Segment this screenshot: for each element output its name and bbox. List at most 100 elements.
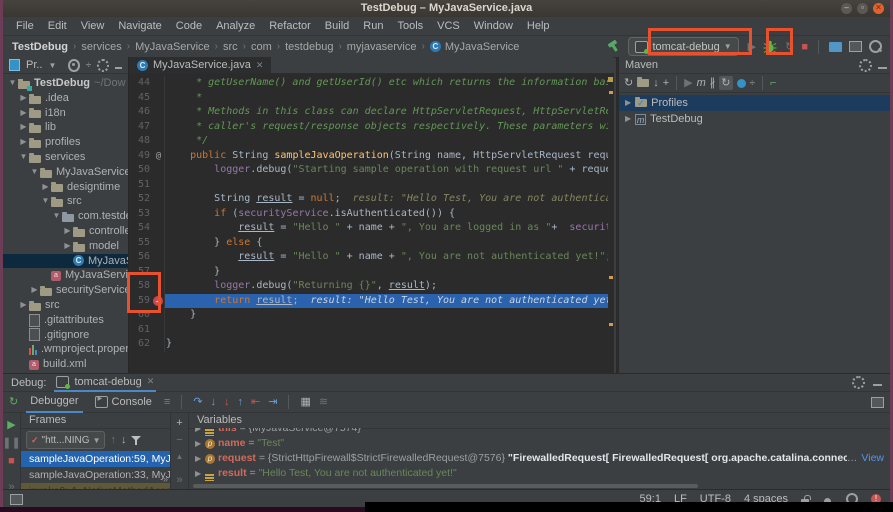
drop-frame-icon[interactable]: ⇤ — [251, 395, 260, 409]
horizontal-scrollbar[interactable] — [193, 484, 698, 488]
tree-collapsed-arrow-icon[interactable]: ▶ — [195, 428, 205, 436]
maximize-button[interactable]: ▫ — [857, 3, 868, 14]
code-line[interactable]: 54 result = "Hello " + name + ", You are… — [129, 221, 608, 236]
tree-collapsed-arrow-icon[interactable]: ▶ — [62, 239, 73, 254]
stop-icon[interactable]: ■ — [8, 454, 15, 468]
code-line[interactable]: 56 result = "Hello " + name + ", You are… — [129, 250, 608, 265]
menu-item-code[interactable]: Code — [169, 20, 209, 32]
force-step-into-icon[interactable]: ↓ — [224, 395, 230, 409]
tree-expanded-arrow-icon[interactable]: ▼ — [40, 194, 51, 209]
search-everywhere-icon[interactable] — [869, 40, 882, 53]
code-line[interactable]: 52 String result = null; result: "Hello … — [129, 192, 608, 207]
code-line[interactable]: 59✓ return result; result: "Hello Test, … — [129, 294, 608, 309]
resume-icon[interactable]: ▶ — [7, 418, 15, 432]
tab-debugger[interactable]: Debugger — [26, 392, 82, 413]
tree-collapsed-arrow-icon[interactable]: ▶ — [18, 135, 29, 150]
close-tab-icon[interactable]: ✕ — [256, 60, 264, 71]
variable-row-name[interactable]: ▶name = "Test" — [189, 436, 890, 451]
code-area[interactable]: 44 * getUserName() and getUserId() etc w… — [129, 76, 608, 373]
code-line[interactable]: 51 — [129, 178, 608, 193]
pause-icon[interactable]: ❚❚ — [3, 436, 21, 450]
code-line[interactable]: 47 * caller's request/response objects r… — [129, 120, 608, 135]
view-value-link[interactable]: View — [857, 451, 890, 466]
line-number[interactable]: 52 — [129, 192, 153, 207]
line-number[interactable]: 57 — [129, 265, 153, 280]
line-number[interactable]: 62 — [129, 337, 153, 352]
code-line[interactable]: 46 * Methods in this class can declare H… — [129, 105, 608, 120]
code-line[interactable]: 49@ public String sampleJavaOperation(St… — [129, 149, 608, 164]
menu-item-build[interactable]: Build — [318, 20, 356, 32]
breadcrumb-item[interactable]: com — [251, 41, 272, 53]
tree-expanded-arrow-icon[interactable]: ▼ — [7, 76, 18, 91]
minimize-button[interactable]: – — [841, 3, 852, 14]
terminal-window-icon[interactable] — [849, 41, 862, 52]
tree-expanded-arrow-icon[interactable]: ▼ — [51, 209, 62, 224]
tree-item-model[interactable]: ▶model — [3, 239, 128, 254]
next-frame-icon[interactable]: ↓ — [121, 433, 127, 447]
tab-console[interactable]: Console — [91, 393, 156, 412]
layout-settings-icon[interactable]: ≡ — [164, 395, 170, 409]
code-line[interactable]: 53 if (securityService.isAuthenticated()… — [129, 207, 608, 222]
run-button[interactable]: ▶ — [748, 40, 756, 54]
tree-item-profiles[interactable]: ▶profiles — [3, 135, 128, 150]
line-number[interactable]: 61 — [129, 323, 153, 338]
code-line[interactable]: 48 */ — [129, 134, 608, 149]
code-line[interactable]: 58 logger.debug("Returning {}", result); — [129, 279, 608, 294]
collapse-all-icon[interactable]: ÷ — [750, 78, 756, 89]
add-watch-icon[interactable]: + — [176, 416, 182, 430]
rerun-icon[interactable]: ↻ — [9, 395, 18, 409]
close-button[interactable]: ✕ — [873, 3, 884, 14]
build-hammer-icon[interactable] — [607, 40, 621, 53]
tree-collapsed-arrow-icon[interactable]: ▶ — [18, 120, 29, 135]
tree-collapsed-arrow-icon[interactable]: ▶ — [195, 451, 205, 466]
code-line[interactable]: 57 } — [129, 265, 608, 280]
gear-icon[interactable] — [97, 59, 108, 72]
line-number[interactable]: 48 — [129, 134, 153, 149]
stop-button[interactable]: ■ — [801, 40, 808, 54]
prev-frame-icon[interactable]: ↑ — [110, 433, 116, 447]
line-number[interactable]: 55 — [129, 236, 153, 251]
tree-collapsed-arrow-icon[interactable]: ▶ — [40, 180, 51, 195]
code-line[interactable]: 44 * getUserName() and getUserId() etc w… — [129, 76, 608, 91]
variable-row-result[interactable]: ▶result = "Hello Test, You are not authe… — [189, 466, 890, 481]
tree-item-buildxml[interactable]: build.xml — [3, 357, 128, 372]
tree-item-i18n[interactable]: ▶i18n — [3, 106, 128, 121]
run-goal-icon[interactable]: ▶ — [684, 76, 692, 90]
tree-collapsed-arrow-icon[interactable]: ▶ — [18, 91, 29, 106]
breadcrumb-item[interactable]: testdebug — [285, 41, 333, 53]
frame-row[interactable]: sampleJavaOperation:33, MyJavaService — [21, 467, 170, 483]
filter-frames-icon[interactable] — [131, 435, 141, 445]
line-number[interactable]: 59 — [129, 294, 153, 309]
tree-item-myjavaservice[interactable]: ▼MyJavaService — [3, 165, 128, 180]
line-number[interactable]: 53 — [129, 207, 153, 222]
menu-item-help[interactable]: Help — [520, 20, 557, 32]
close-tab-icon[interactable]: ✕ — [147, 376, 155, 387]
line-number[interactable]: 49 — [129, 149, 153, 164]
menu-item-run[interactable]: Run — [356, 20, 390, 32]
breadcrumb-item[interactable]: src — [223, 41, 238, 53]
editor-tab[interactable]: MyJavaService.java ✕ — [129, 57, 271, 73]
locate-file-icon[interactable] — [68, 59, 79, 72]
line-number[interactable]: 56 — [129, 250, 153, 265]
tree-collapsed-arrow-icon[interactable]: ▶ — [625, 95, 631, 111]
view-breakpoints-icon[interactable]: ▦ — [300, 395, 310, 409]
tree-item-services[interactable]: ▼services — [3, 150, 128, 165]
menu-item-analyze[interactable]: Analyze — [209, 20, 262, 32]
tree-item-myjavaservice[interactable]: MyJavaService — [3, 254, 128, 269]
line-number[interactable]: 60 — [129, 308, 153, 323]
refresh-icon[interactable]: ↻ — [624, 76, 633, 90]
hide-panel-icon[interactable] — [115, 67, 122, 69]
code-line[interactable]: 61 — [129, 323, 608, 338]
more-icon[interactable]: » — [176, 473, 182, 487]
tree-item-src[interactable]: ▼src — [3, 194, 128, 209]
tree-item-myjavaservice[interactable]: MyJavaService — [3, 268, 128, 283]
breakpoint-gutter[interactable]: ✓ — [153, 294, 164, 309]
offline-mode-icon[interactable]: ↻ — [719, 76, 732, 90]
download-sources-icon[interactable]: ↓ — [653, 76, 659, 90]
tree-item-gitignore[interactable]: .gitignore — [3, 328, 128, 343]
hide-panel-icon[interactable] — [873, 384, 882, 386]
coverage-button[interactable]: ↻ — [785, 40, 794, 54]
menu-item-refactor[interactable]: Refactor — [262, 20, 318, 32]
line-number[interactable]: 58 — [129, 279, 153, 294]
debug-session-tab[interactable]: tomcat-debug ✕ — [54, 374, 156, 392]
